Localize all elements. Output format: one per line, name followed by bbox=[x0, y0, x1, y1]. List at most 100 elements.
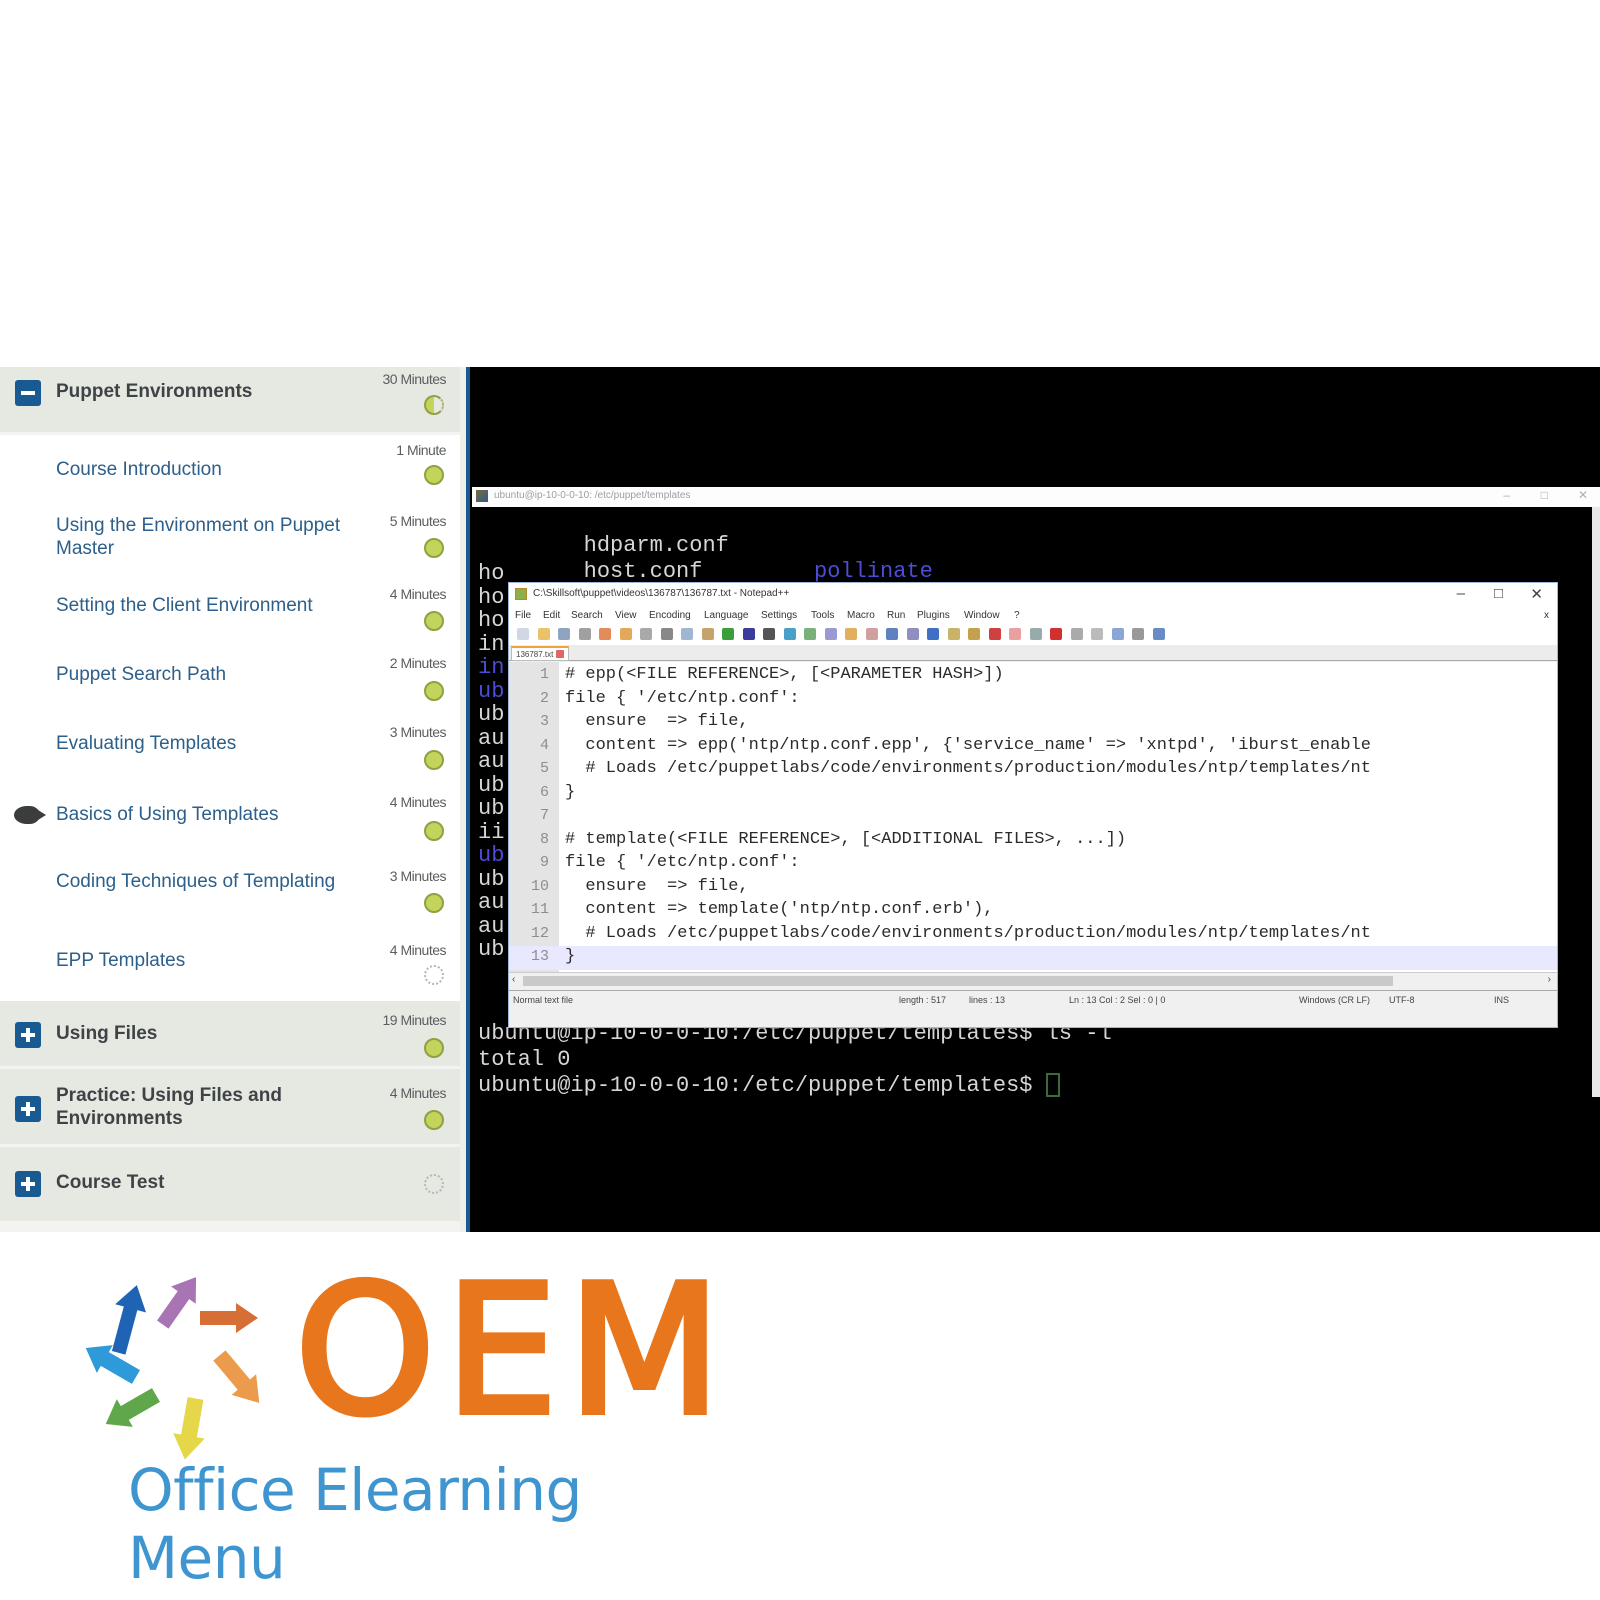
toolbar-button-icon[interactable] bbox=[722, 628, 734, 640]
menu-search[interactable]: Search bbox=[571, 610, 603, 621]
lesson-item[interactable]: Puppet Search Path 2 Minutes bbox=[0, 649, 460, 719]
code-line[interactable]: 8 # template(<FILE REFERENCE>, [<ADDITION… bbox=[509, 829, 1557, 853]
prompt-line[interactable]: ubuntu@ip-10-0-0-10:/etc/puppet/template… bbox=[478, 1073, 1060, 1099]
lesson-item[interactable]: Setting the Client Environment 4 Minutes bbox=[0, 579, 460, 649]
scroll-right-icon[interactable]: › bbox=[1548, 974, 1551, 985]
section-using-files[interactable]: Using Files 19 Minutes bbox=[0, 1001, 460, 1069]
menu-window[interactable]: Window bbox=[964, 610, 1000, 621]
toolbar-button-icon[interactable] bbox=[988, 628, 1001, 640]
toolbar-button-icon[interactable] bbox=[1009, 628, 1021, 640]
toolbar-button-icon[interactable] bbox=[947, 628, 960, 640]
code-line[interactable]: 6} bbox=[509, 782, 1557, 806]
menu-language[interactable]: Language bbox=[704, 610, 749, 621]
toolbar-button-icon[interactable] bbox=[1111, 628, 1124, 640]
menu-edit[interactable]: Edit bbox=[543, 610, 560, 621]
lesson-title[interactable]: Course Introduction bbox=[56, 458, 356, 481]
code-line[interactable]: 10 ensure => file, bbox=[509, 876, 1557, 900]
lesson-item[interactable]: Coding Techniques of Templating 3 Minute… bbox=[0, 861, 460, 935]
close-icon[interactable]: ✕ bbox=[1578, 488, 1588, 502]
code-line[interactable]: 11 content => template('ntp/ntp.conf.erb… bbox=[509, 899, 1557, 923]
notepad-plus-plus-window[interactable]: C:\Skillsoft\puppet\videos\136787\136787… bbox=[508, 582, 1558, 1028]
code-line[interactable]: 4 content => epp('ntp/ntp.conf.epp', {'s… bbox=[509, 735, 1557, 759]
video-player[interactable]: ubuntu@ip-10-0-0-10: /etc/puppet/templat… bbox=[470, 367, 1600, 1232]
toolbar-button-icon[interactable] bbox=[517, 628, 529, 640]
scroll-thumb[interactable] bbox=[523, 976, 1393, 986]
lesson-title[interactable]: Puppet Search Path bbox=[56, 663, 356, 686]
toolbar-button-icon[interactable] bbox=[558, 628, 570, 640]
close-icon[interactable]: ✕ bbox=[1530, 585, 1543, 603]
toolbar-button-icon[interactable] bbox=[783, 628, 796, 640]
code-line[interactable]: 1 # epp(<FILE REFERENCE>, [<PARAMETER HAS… bbox=[509, 664, 1557, 688]
menu-macro[interactable]: Macro bbox=[847, 610, 875, 621]
menu-encoding[interactable]: Encoding bbox=[649, 610, 691, 621]
toolbar-button-icon[interactable] bbox=[1152, 628, 1165, 640]
toolbar-button-icon[interactable] bbox=[824, 628, 837, 640]
section-puppet-environments[interactable]: Puppet Environments 30 Minutes bbox=[0, 367, 460, 435]
toolbar-button-icon[interactable] bbox=[1029, 628, 1042, 640]
toolbar-button-icon[interactable] bbox=[681, 628, 693, 640]
toolbar-button-icon[interactable] bbox=[1070, 628, 1083, 640]
expand-icon[interactable] bbox=[15, 1022, 41, 1048]
toolbar-button-icon[interactable] bbox=[804, 628, 816, 640]
lesson-title[interactable]: Coding Techniques of Templating bbox=[56, 870, 356, 893]
minimize-icon[interactable]: – bbox=[1457, 585, 1465, 602]
toolbar-button-icon[interactable] bbox=[599, 628, 611, 640]
lesson-item-current[interactable]: Basics of Using Templates 4 Minutes bbox=[0, 789, 460, 861]
toolbar-button-icon[interactable] bbox=[1091, 628, 1103, 640]
toolbar-button-icon[interactable] bbox=[701, 628, 714, 640]
lesson-item[interactable]: Using the Environment on Puppet Master 5… bbox=[0, 505, 460, 579]
maximize-icon[interactable]: □ bbox=[1494, 585, 1503, 602]
code-line[interactable]: 12 # Loads /etc/puppetlabs/code/environm… bbox=[509, 923, 1557, 947]
code-editor[interactable]: 1 # epp(<FILE REFERENCE>, [<PARAMETER HAS… bbox=[509, 662, 1557, 972]
toolbar-button-icon[interactable] bbox=[845, 628, 857, 640]
toolbar-button-icon[interactable] bbox=[578, 628, 591, 640]
code-line[interactable]: 3 ensure => file, bbox=[509, 711, 1557, 735]
menu-view[interactable]: View bbox=[615, 610, 637, 621]
minimize-icon[interactable]: – bbox=[1503, 488, 1510, 502]
document-tab[interactable]: 136787.txt bbox=[511, 646, 570, 661]
toolbar-button-icon[interactable] bbox=[1050, 628, 1062, 640]
code-line[interactable]: 5 # Loads /etc/puppetlabs/code/environme… bbox=[509, 758, 1557, 782]
section-course-test[interactable]: Course Test bbox=[0, 1147, 460, 1221]
toolbar-button-icon[interactable] bbox=[742, 628, 755, 640]
expand-icon[interactable] bbox=[15, 1096, 41, 1122]
toolbar-button-icon[interactable] bbox=[640, 628, 652, 640]
lesson-item[interactable]: Evaluating Templates 3 Minutes bbox=[0, 719, 460, 789]
toolbar-button-icon[interactable] bbox=[1132, 628, 1144, 640]
code-line[interactable]: 2 file { '/etc/ntp.conf': bbox=[509, 688, 1557, 712]
menu-file[interactable]: File bbox=[515, 610, 531, 621]
section-practice[interactable]: Practice: Using Files and Environments 4… bbox=[0, 1069, 460, 1147]
toolbar-button-icon[interactable] bbox=[619, 628, 632, 640]
lesson-title[interactable]: Basics of Using Templates bbox=[56, 803, 356, 826]
expand-icon[interactable] bbox=[15, 1171, 41, 1197]
menu-settings[interactable]: Settings bbox=[761, 610, 797, 621]
toolbar-button-icon[interactable] bbox=[906, 628, 919, 640]
lesson-title[interactable]: Using the Environment on Puppet Master bbox=[56, 514, 356, 560]
toolbar-button-icon[interactable] bbox=[537, 628, 550, 640]
toolbar-button-icon[interactable] bbox=[886, 628, 898, 640]
toolbar-button-icon[interactable] bbox=[968, 628, 980, 640]
lesson-item[interactable]: EPP Templates 4 Minutes bbox=[0, 935, 460, 1001]
lesson-title[interactable]: Evaluating Templates bbox=[56, 732, 356, 755]
terminal-scrollbar[interactable] bbox=[1592, 507, 1600, 1097]
menu-plugins[interactable]: Plugins bbox=[917, 610, 950, 621]
toolbar-button-icon[interactable] bbox=[927, 628, 939, 640]
maximize-icon[interactable]: □ bbox=[1541, 488, 1548, 502]
menu-tools[interactable]: Tools bbox=[811, 610, 834, 621]
toolbar-button-icon[interactable] bbox=[660, 628, 673, 640]
horizontal-scrollbar[interactable]: ‹ › bbox=[509, 972, 1557, 988]
lesson-item[interactable]: Course Introduction 1 Minute bbox=[0, 435, 460, 505]
menu-run[interactable]: Run bbox=[887, 610, 905, 621]
toolbar-button-icon[interactable] bbox=[865, 628, 878, 640]
code-line[interactable]: 9 file { '/etc/ntp.conf': bbox=[509, 852, 1557, 876]
scroll-left-icon[interactable]: ‹ bbox=[512, 974, 515, 985]
toolbar-button-icon[interactable] bbox=[763, 628, 775, 640]
code-line[interactable]: 13} bbox=[509, 946, 1557, 970]
close-tab-icon[interactable] bbox=[556, 650, 565, 658]
collapse-icon[interactable] bbox=[15, 380, 41, 406]
lesson-title[interactable]: EPP Templates bbox=[56, 949, 356, 972]
menu-help[interactable]: ? bbox=[1014, 610, 1020, 621]
code-line[interactable]: 7 bbox=[509, 805, 1557, 829]
lesson-title[interactable]: Setting the Client Environment bbox=[56, 594, 356, 617]
close-doc-icon[interactable]: x bbox=[1544, 610, 1549, 621]
